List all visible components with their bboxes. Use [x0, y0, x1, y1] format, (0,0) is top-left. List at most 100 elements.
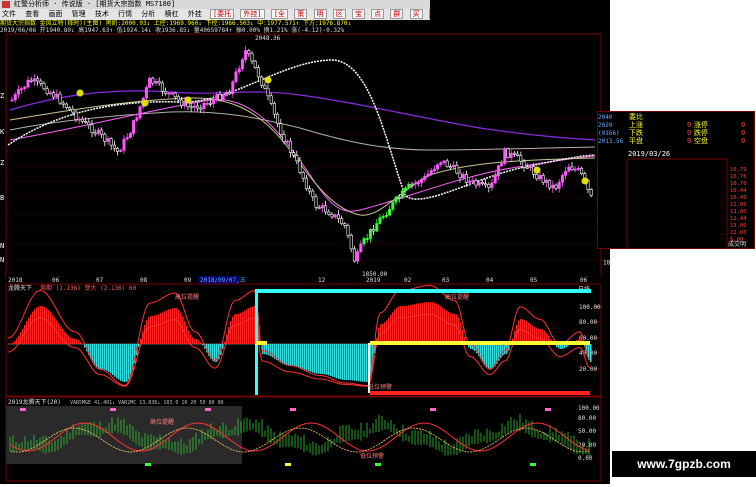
histogram-bar: [112, 344, 114, 376]
histogram-bar: [78, 340, 80, 344]
histogram-bar: [50, 312, 52, 344]
candle-body: [461, 174, 465, 179]
histogram-bar: [244, 310, 246, 344]
candle-body: [90, 124, 94, 134]
histogram-bar: [384, 322, 386, 344]
candle-body: [448, 166, 452, 169]
scale-label: 50.00: [578, 428, 596, 435]
candle-body: [151, 77, 155, 84]
signal-dot: [184, 96, 192, 104]
signal-marker-bottom: [285, 463, 291, 466]
histogram-bar: [358, 344, 360, 382]
breadth-value: 0: [741, 121, 745, 129]
candle-body: [308, 188, 312, 192]
histogram-bar: [442, 307, 444, 344]
scale-label: 0.00: [578, 455, 593, 462]
side-panel-footer: 成交明: [728, 240, 746, 248]
candle-body: [250, 53, 254, 62]
histogram-bar: [110, 344, 112, 374]
chart-area[interactable]: 2040.002020.002000.001980.001960.001940.…: [0, 0, 610, 484]
candle-body: [340, 218, 344, 225]
candle-body: [576, 167, 580, 170]
candle-body: [260, 76, 264, 86]
candle-body: [20, 88, 24, 91]
histogram-bar: [404, 305, 406, 344]
candle-body: [240, 59, 244, 70]
histogram-bar: [298, 344, 300, 368]
histogram-bar: [492, 344, 494, 369]
candle-body: [365, 238, 369, 240]
histogram-bar: [484, 344, 486, 365]
side-value: 10.44: [730, 188, 747, 194]
candle-body: [202, 103, 206, 109]
candle-body: [506, 148, 510, 158]
candle-body: [164, 90, 168, 94]
breadth-label: 上涨: [629, 120, 643, 129]
signal-dot: [264, 76, 272, 84]
candle-body: [458, 172, 462, 179]
histogram-bar: [162, 312, 164, 344]
signal-marker-top: [205, 408, 211, 411]
histogram-bar: [424, 302, 426, 344]
candle-body: [500, 163, 504, 167]
lower-band-red: [370, 391, 590, 395]
histogram-bar: [288, 344, 290, 366]
histogram-bar: [280, 344, 282, 363]
candle-body: [244, 50, 248, 60]
candle-body: [180, 99, 184, 107]
oscillator1-axis: 100.0080.0060.0040.0020.00: [579, 304, 601, 373]
side-value: 10.79: [730, 167, 747, 173]
histogram-bar: [12, 342, 14, 344]
candle-body: [109, 138, 113, 146]
histogram-bar: [114, 344, 116, 377]
histogram-bar: [394, 309, 396, 344]
histogram-bar: [282, 344, 284, 364]
histogram-bar: [340, 344, 342, 380]
histogram-bar: [94, 344, 96, 365]
histogram-bar: [154, 315, 156, 344]
candle-body: [138, 106, 142, 119]
candle-body: [464, 174, 468, 183]
histogram-bar: [354, 344, 356, 381]
histogram-bar: [308, 344, 310, 372]
trading-app-window: 红警分析师 · 传说版 · [期货大宗指数 MS7180] 文件 查看 画面 管…: [0, 0, 610, 484]
osc2-annotation-high: 高位提醒: [150, 418, 174, 426]
candle-body: [301, 172, 305, 179]
candle-body: [36, 78, 40, 82]
candle-body: [55, 93, 59, 98]
histogram-bar: [334, 344, 336, 378]
histogram-bar: [190, 334, 192, 344]
breadth-label: 空盘: [694, 136, 708, 145]
candle-body: [23, 86, 27, 89]
candle-body: [84, 121, 88, 123]
histogram-bar: [158, 314, 160, 344]
annotation-high-2: 高位提醒: [445, 293, 469, 301]
oscillator2-title: 2019龙腾天下(20): [8, 398, 61, 406]
histogram-bar: [518, 320, 520, 344]
histogram-bar: [170, 308, 172, 344]
histogram-bar: [20, 332, 22, 344]
left-edge-label: B: [0, 194, 4, 202]
histogram-bar: [30, 314, 32, 344]
histogram-bar: [522, 319, 524, 344]
histogram-bar: [302, 344, 304, 369]
candle-body: [32, 78, 36, 82]
candle-body: [311, 190, 315, 198]
candle-body: [276, 113, 280, 124]
histogram-bar: [314, 344, 316, 374]
side-value: 10.49: [730, 195, 747, 201]
histogram-bar: [104, 344, 106, 370]
candle-body: [416, 182, 420, 185]
candle-body: [173, 92, 177, 98]
histogram-bar: [306, 344, 308, 371]
left-edge-label: N: [0, 256, 4, 264]
histogram-bar: [76, 339, 78, 344]
histogram-bar: [100, 344, 102, 369]
histogram-bar: [40, 306, 42, 344]
candle-body: [10, 99, 14, 102]
candle-body: [516, 153, 520, 156]
histogram-bar: [320, 344, 322, 374]
candle-body: [167, 92, 171, 95]
candle-body: [573, 168, 577, 171]
candle-body: [266, 87, 270, 97]
